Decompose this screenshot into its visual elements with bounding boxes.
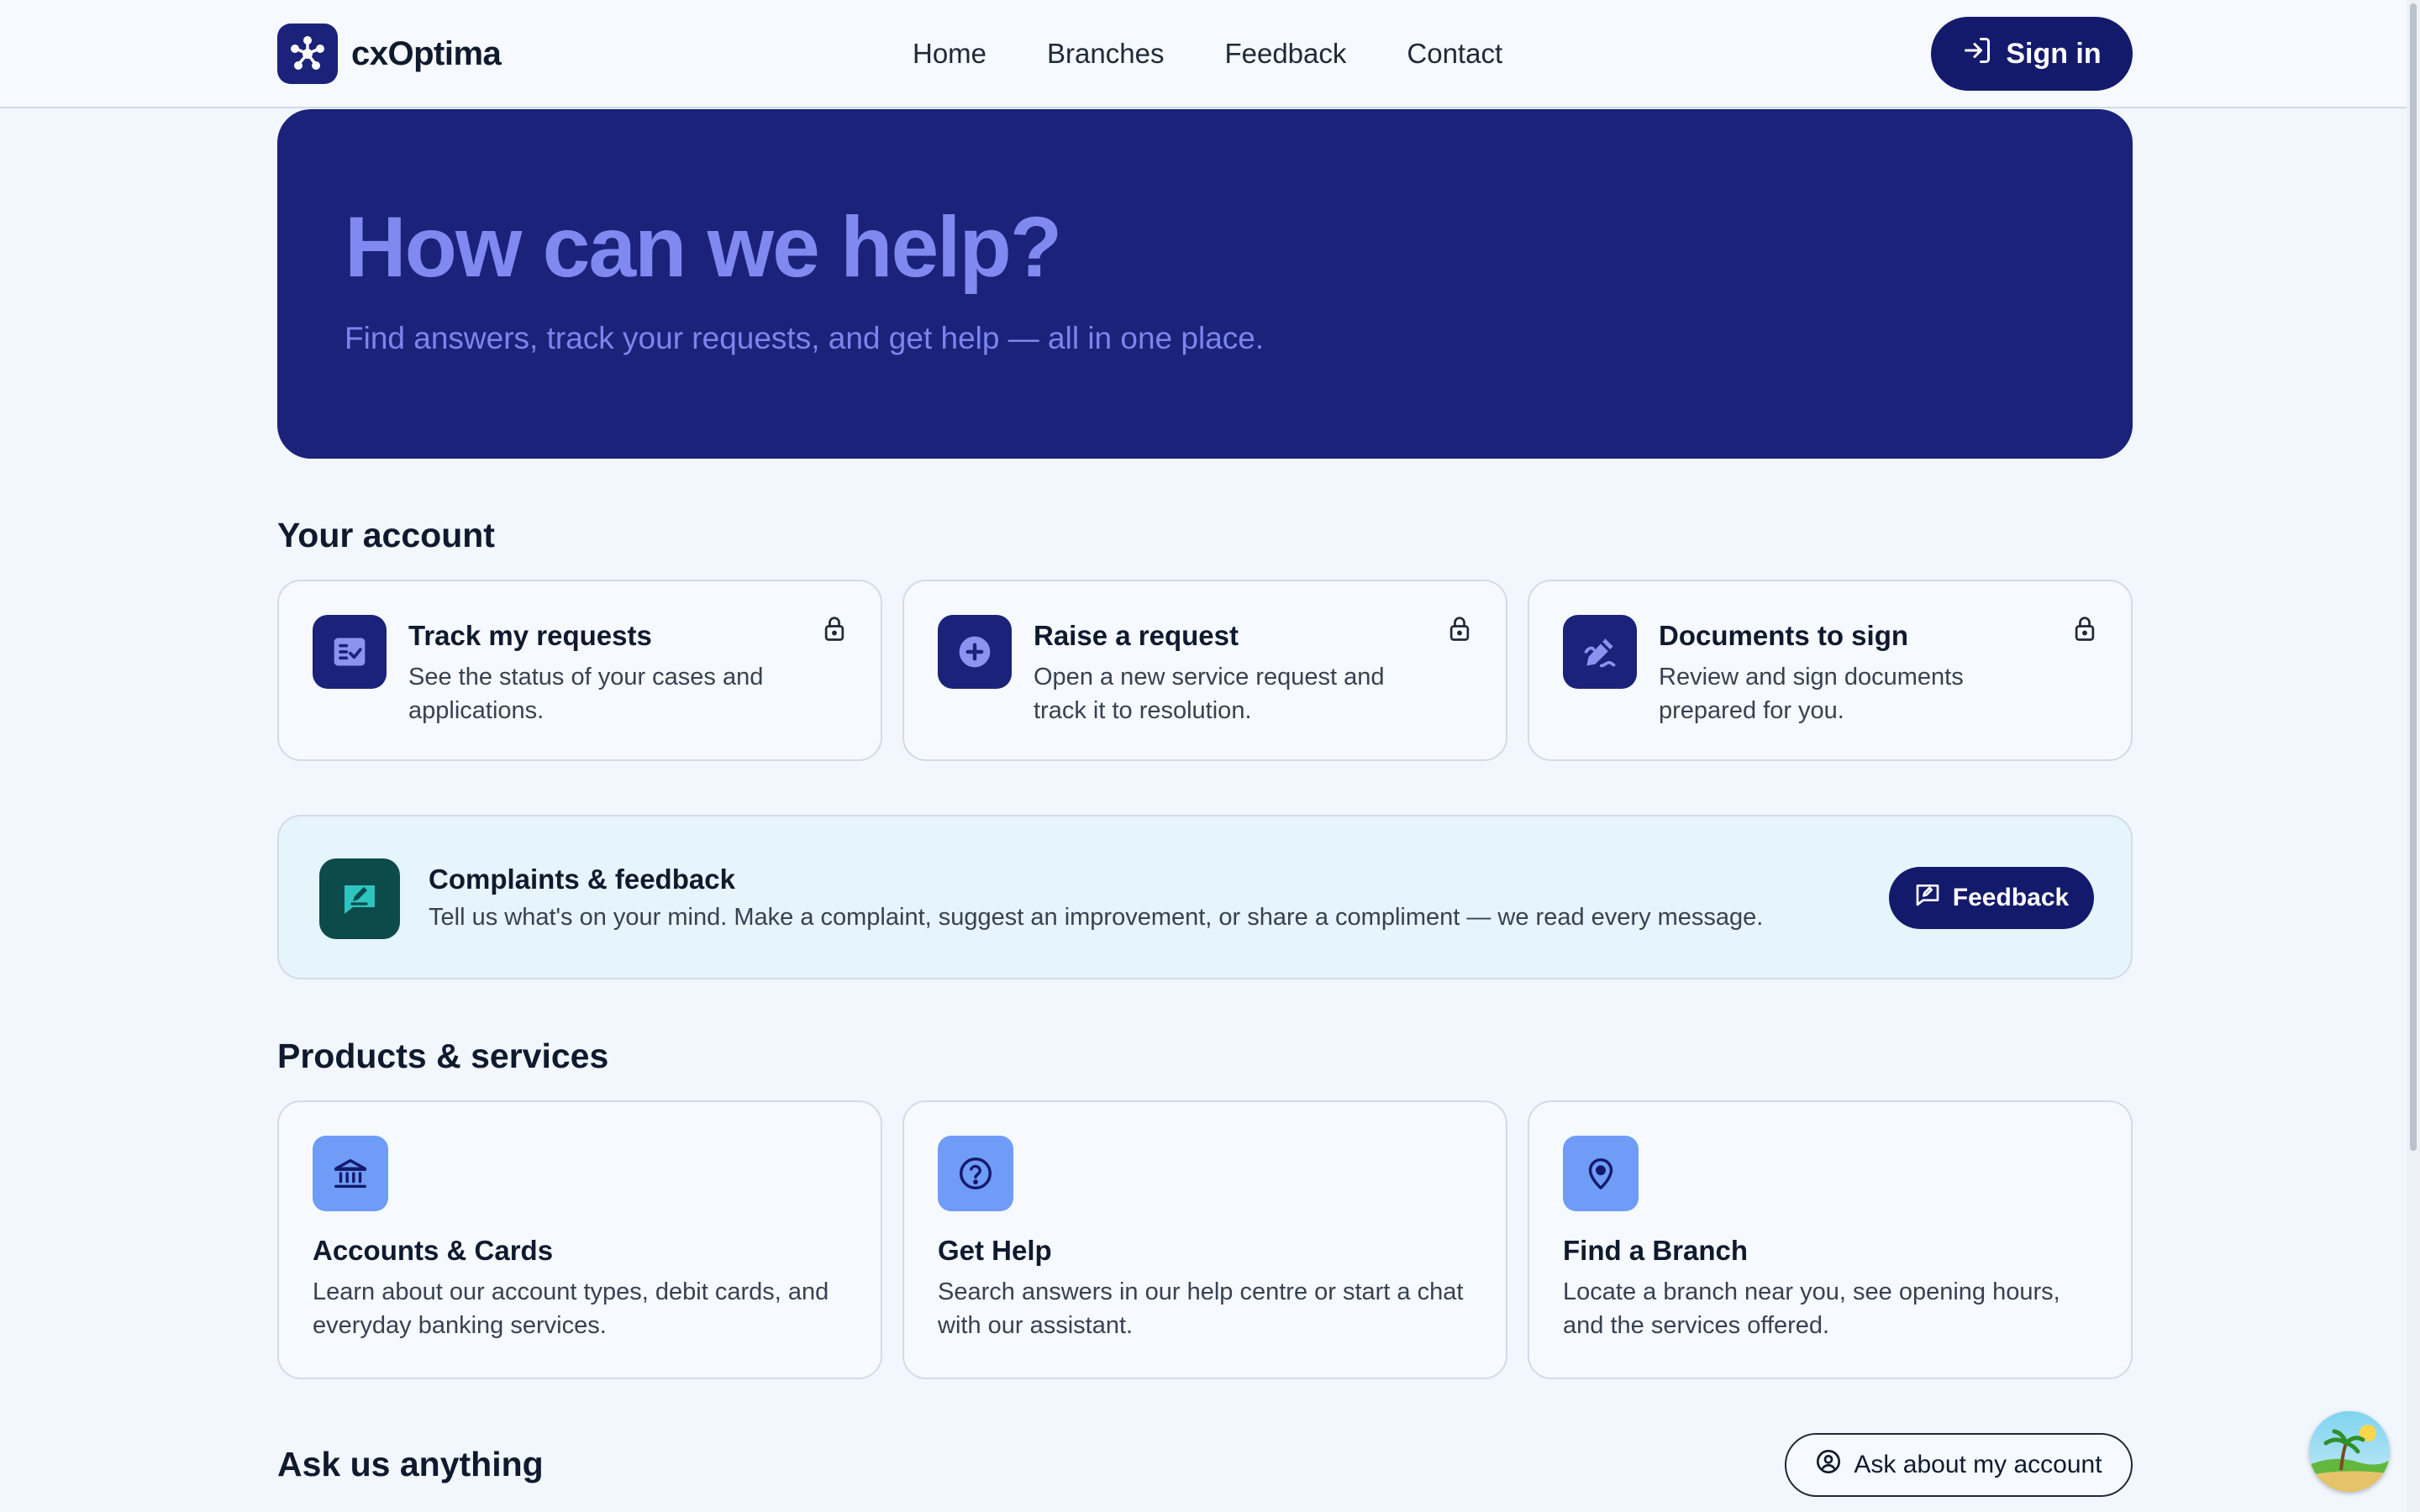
card-title: Find a Branch — [1563, 1235, 1749, 1266]
hero-subtitle: Find answers, track your requests, and g… — [345, 321, 1265, 355]
hero-banner: How can we help? Find answers, track you… — [277, 109, 2133, 459]
raise-request-card[interactable]: Raise a request Open a new service reque… — [902, 580, 1507, 761]
card-title: Raise a request — [1034, 620, 1239, 651]
get-help-card[interactable]: Get Help Search answers in our help cent… — [902, 1100, 1507, 1379]
question-circle-icon — [938, 1136, 1013, 1211]
chat-edit-icon — [319, 858, 400, 939]
find-branch-card[interactable]: Find a Branch Locate a branch near you, … — [1528, 1100, 2133, 1379]
user-circle-icon — [1815, 1448, 1842, 1482]
feedback-button[interactable]: Feedback — [1889, 867, 2094, 929]
nav-contact[interactable]: Contact — [1407, 34, 1502, 74]
card-description: See the status of your cases and applica… — [408, 664, 764, 724]
your-account-heading: Your account — [277, 516, 495, 554]
card-title: Get Help — [938, 1235, 1052, 1266]
documents-to-sign-card[interactable]: Documents to sign Review and sign docume… — [1528, 580, 2133, 761]
card-description: Locate a branch near you, see opening ho… — [1563, 1278, 2060, 1339]
main-nav: Home Branches Feedback Contact — [913, 34, 1563, 74]
login-arrow-icon — [1962, 35, 1992, 73]
card-title: Track my requests — [408, 620, 652, 651]
signature-pen-icon — [1563, 615, 1637, 689]
nav-branches[interactable]: Branches — [1047, 34, 1164, 74]
card-description: Open a new service request and track it … — [1034, 664, 1385, 724]
scrollbar-thumb[interactable] — [2410, 3, 2417, 1151]
ask-button-label: Ask about my account — [1854, 1451, 2102, 1478]
plus-circle-icon — [938, 615, 1012, 689]
lock-icon — [822, 615, 847, 646]
lock-icon — [2072, 615, 2097, 646]
vertical-scrollbar[interactable] — [2407, 0, 2420, 1512]
card-description: Learn about our account types, debit car… — [313, 1278, 829, 1339]
message-edit-icon — [1914, 881, 1941, 915]
card-description: Review and sign documents prepared for y… — [1659, 664, 1964, 724]
hero-title: How can we help? — [345, 199, 1062, 295]
checklist-icon — [313, 615, 387, 689]
bank-icon — [313, 1136, 388, 1211]
accounts-cards-card[interactable]: Accounts & Cards Learn about our account… — [277, 1100, 882, 1379]
sign-in-button[interactable]: Sign in — [1931, 17, 2133, 91]
molecule-logo-icon — [277, 24, 338, 84]
ask-us-anything-heading: Ask us anything — [277, 1445, 544, 1483]
ask-about-account-button[interactable]: Ask about my account — [1785, 1433, 2133, 1497]
brand-logo-link[interactable]: cxOptima — [277, 24, 502, 84]
page: cxOptima Home Branches Feedback Contact … — [0, 0, 2420, 1512]
nav-feedback[interactable]: Feedback — [1224, 34, 1346, 74]
assistant-avatar-icon[interactable] — [2309, 1411, 2390, 1492]
lock-icon — [1447, 615, 1472, 646]
complaints-description: Tell us what's on your mind. Make a comp… — [429, 904, 1764, 931]
card-title: Accounts & Cards — [313, 1235, 554, 1266]
complaints-title: Complaints & feedback — [429, 864, 735, 895]
brand-name: cxOptima — [351, 34, 502, 72]
products-services-heading: Products & services — [277, 1037, 609, 1075]
nav-home[interactable]: Home — [913, 34, 986, 74]
complaints-feedback-banner: Complaints & feedback Tell us what's on … — [277, 815, 2133, 979]
top-nav-bar: cxOptima Home Branches Feedback Contact … — [0, 0, 2407, 108]
sign-in-label: Sign in — [2006, 37, 2102, 70]
card-title: Documents to sign — [1659, 620, 1909, 651]
map-pin-icon — [1563, 1136, 1639, 1211]
feedback-button-label: Feedback — [1952, 884, 2070, 911]
track-requests-card[interactable]: Track my requests See the status of your… — [277, 580, 882, 761]
card-description: Search answers in our help centre or sta… — [938, 1278, 1464, 1339]
